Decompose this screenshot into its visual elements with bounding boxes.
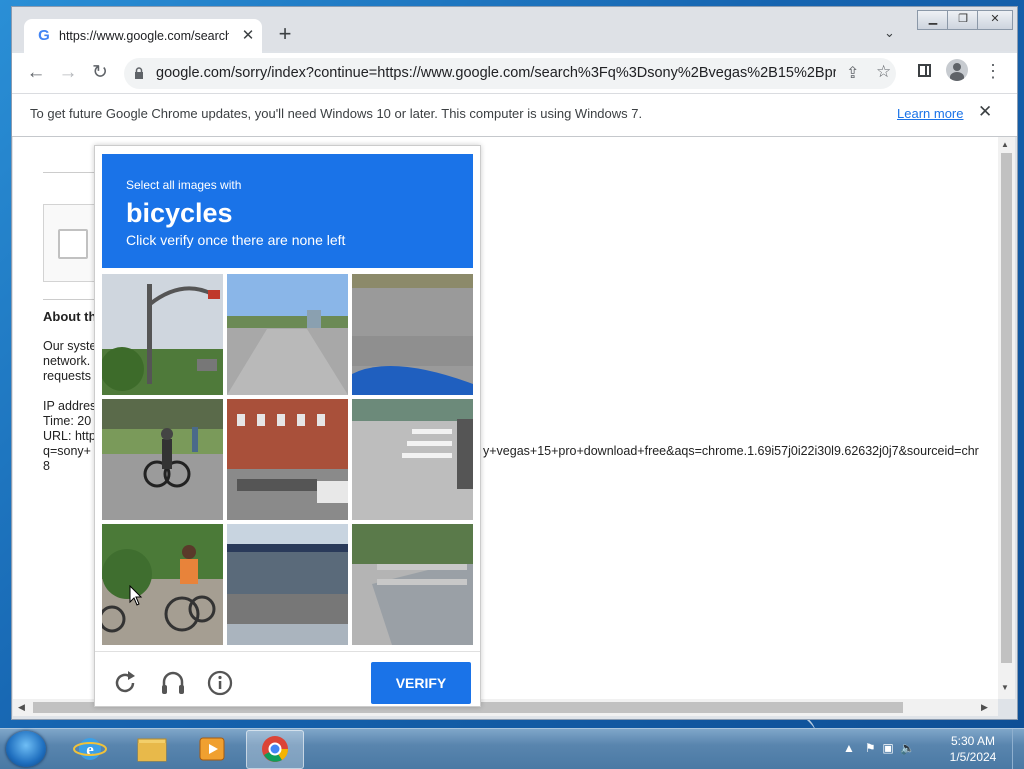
media-player-icon[interactable] (184, 730, 240, 767)
scroll-left-icon[interactable]: ◀ (18, 702, 25, 713)
chrome-icon[interactable] (246, 730, 304, 769)
challenge-header: Select all images with bicycles Click ve… (102, 154, 473, 268)
challenge-footer: VERIFY (95, 651, 480, 707)
network-icon[interactable]: ▣ (882, 741, 893, 755)
taskbar: e ▲ ⚑ ▣ 🔈 5:30 AM 1/5/2024 (0, 728, 1024, 769)
clock-time: 5:30 AM (950, 734, 996, 748)
infobar-message: To get future Google Chrome updates, you… (30, 106, 643, 121)
audio-challenge-icon[interactable] (159, 669, 187, 697)
number-line: 8 (43, 459, 50, 473)
about-text-line: network. (43, 354, 91, 368)
about-heading: About th (43, 309, 97, 324)
show-desktop-button[interactable] (1012, 729, 1024, 769)
clock[interactable]: 5:30 AM 1/5/2024 (940, 733, 1006, 765)
recaptcha-challenge: Select all images with bicycles Click ve… (94, 145, 481, 707)
start-orb-icon[interactable] (6, 731, 46, 767)
new-tab-icon[interactable]: + (274, 23, 296, 46)
tab-google-search[interactable]: G https://www.google.com/search? ✕ (24, 19, 262, 54)
learn-more-link[interactable]: Learn more (897, 106, 963, 121)
image-grid (102, 274, 473, 645)
image-tile[interactable] (227, 274, 348, 395)
side-panel-icon[interactable] (918, 64, 931, 77)
url-line: URL: http (43, 429, 96, 443)
volume-muted-icon[interactable]: 🔈 (900, 741, 915, 755)
profile-avatar-icon[interactable] (946, 59, 968, 81)
recaptcha-checkbox[interactable] (58, 229, 88, 259)
share-icon[interactable]: ⇪ (846, 63, 859, 83)
forward-arrow-icon[interactable]: → (56, 61, 80, 85)
challenge-instruction: Select all images with (126, 178, 242, 192)
tab-search-chevron-icon[interactable]: ⌄ (884, 25, 895, 41)
image-tile[interactable] (227, 399, 348, 520)
bookmark-star-icon[interactable]: ☆ (876, 62, 891, 82)
image-tile[interactable] (227, 524, 348, 645)
image-tile[interactable] (102, 399, 223, 520)
google-g-icon: G (38, 27, 50, 44)
browser-toolbar: ← → ↻ google.com/sorry/index?continue=ht… (12, 53, 1017, 93)
about-text-line: Our syste (43, 339, 97, 353)
close-window-icon[interactable]: ✕ (977, 10, 1013, 30)
info-icon[interactable] (206, 669, 234, 697)
image-tile[interactable] (352, 274, 473, 395)
internet-explorer-icon[interactable]: e (62, 730, 118, 767)
image-tile[interactable] (102, 524, 223, 645)
image-tile[interactable] (352, 524, 473, 645)
image-tile[interactable] (352, 399, 473, 520)
reload-challenge-icon[interactable] (111, 669, 139, 697)
address-bar[interactable]: google.com/sorry/index?continue=https://… (124, 58, 896, 89)
url-text: google.com/sorry/index?continue=https://… (156, 65, 836, 81)
reload-icon[interactable]: ↻ (88, 61, 112, 85)
file-explorer-icon[interactable] (124, 730, 180, 767)
minimize-icon[interactable]: ▁ (917, 10, 949, 30)
back-arrow-icon[interactable]: ← (24, 61, 48, 85)
vertical-scroll-thumb[interactable] (1001, 153, 1012, 663)
tab-strip: G https://www.google.com/search? ✕ + ⌄ ▁… (12, 7, 1017, 54)
query-line: q=sony+ (43, 444, 91, 458)
tab-close-icon[interactable]: ✕ (238, 26, 258, 46)
scroll-up-icon[interactable]: ▲ (1001, 140, 1009, 149)
tab-title: https://www.google.com/search? (59, 29, 229, 43)
kebab-menu-icon[interactable]: ⋮ (984, 62, 1002, 80)
vertical-scrollbar[interactable]: ▲ ▼ (998, 137, 1015, 699)
challenge-target: bicycles (126, 198, 233, 228)
ip-address-line: IP addres (43, 399, 97, 413)
challenge-sub-instruction: Click verify once there are none left (126, 232, 346, 248)
image-tile[interactable] (102, 274, 223, 395)
tray-expand-icon[interactable]: ▲ (843, 741, 855, 755)
scroll-right-icon[interactable]: ▶ (981, 702, 988, 713)
lock-icon (135, 67, 143, 79)
about-text-line: requests (43, 369, 91, 383)
maximize-icon[interactable]: ❐ (947, 10, 979, 30)
update-infobar: To get future Google Chrome updates, you… (12, 93, 1017, 137)
url-tail-line: y+vegas+15+pro+download+free&aqs=chrome.… (483, 444, 979, 458)
verify-button[interactable]: VERIFY (371, 662, 471, 704)
infobar-close-icon[interactable]: ✕ (978, 102, 992, 122)
action-center-flag-icon[interactable]: ⚑ (865, 741, 876, 755)
time-line: Time: 20 (43, 414, 92, 428)
clock-date: 1/5/2024 (949, 750, 997, 764)
mouse-cursor-icon (129, 585, 143, 606)
system-tray: ▲ ⚑ ▣ 🔈 (843, 741, 915, 755)
scroll-down-icon[interactable]: ▼ (1001, 683, 1009, 692)
